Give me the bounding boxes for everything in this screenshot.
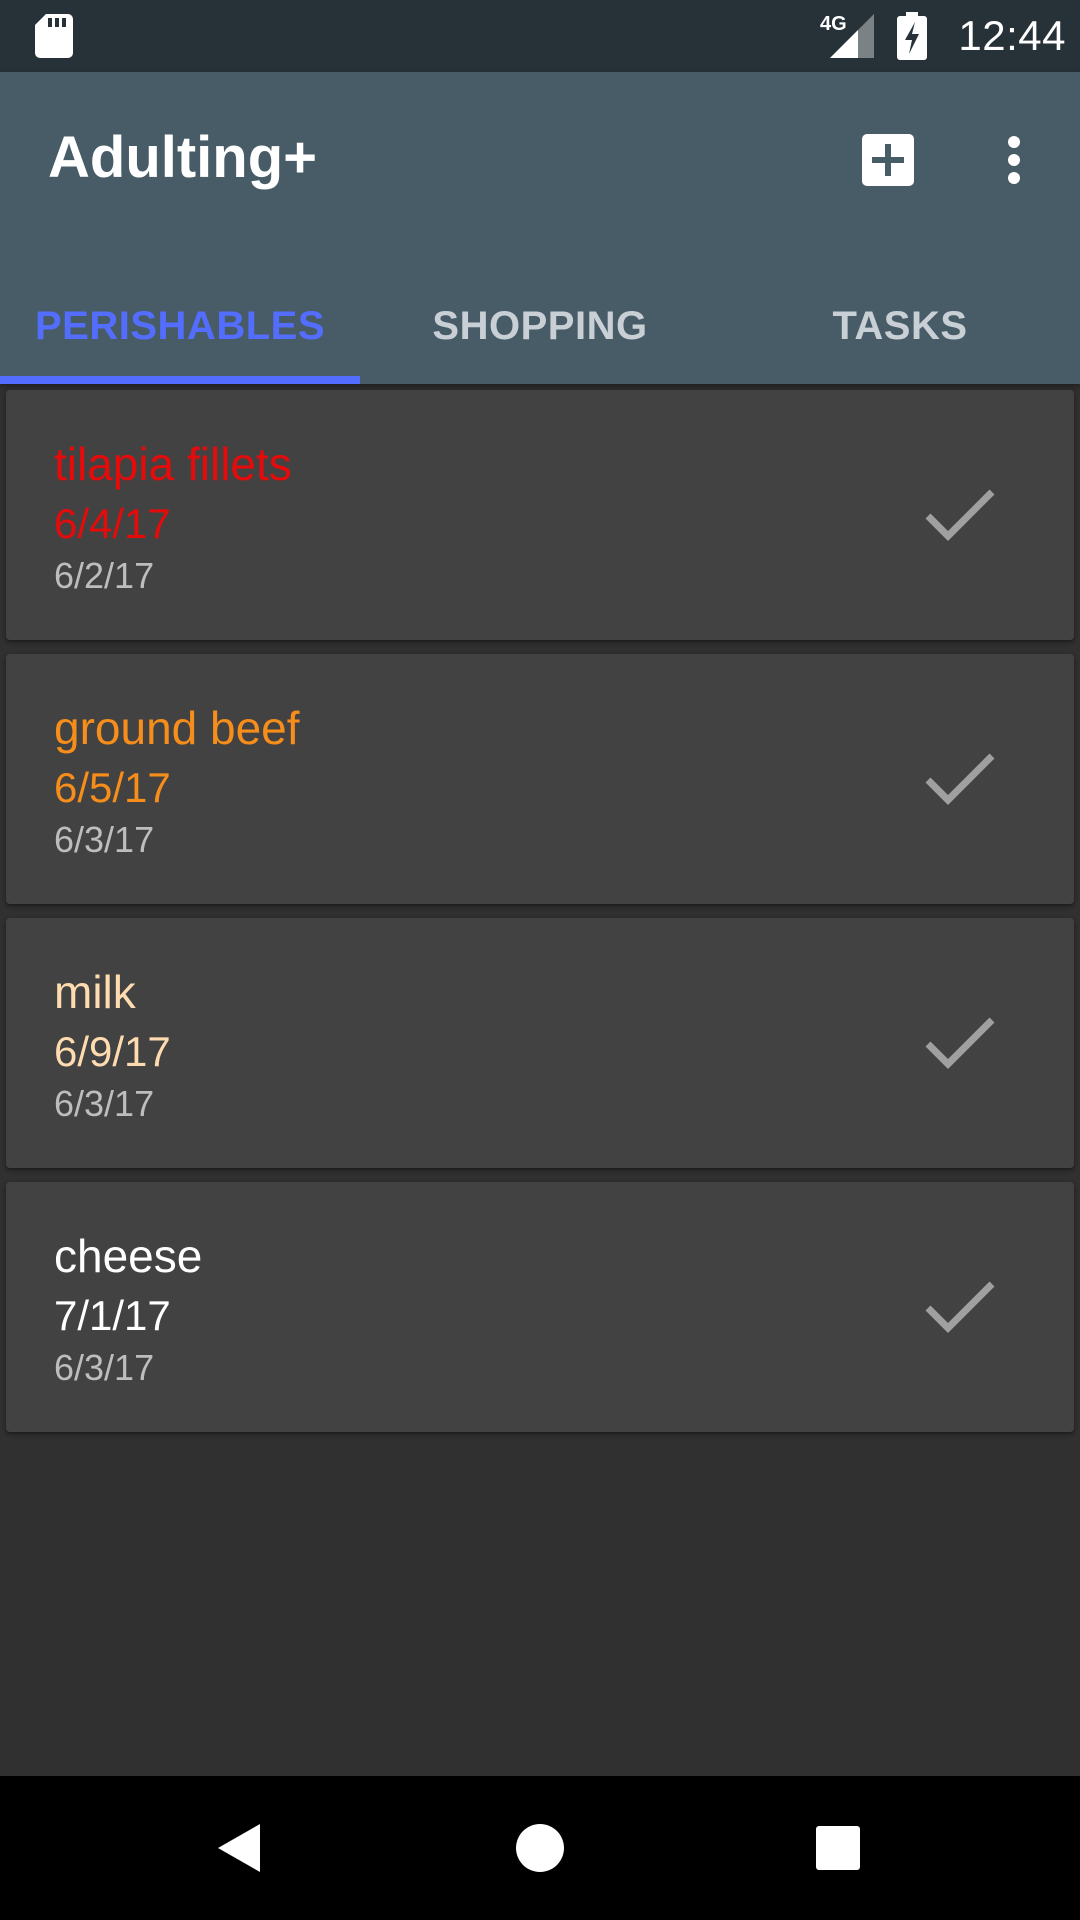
network-type-label: 4G xyxy=(820,13,847,35)
item-name: cheese xyxy=(54,1230,203,1282)
cellular-signal-icon: 4G xyxy=(820,13,874,58)
tab-shopping[interactable]: SHOPPING xyxy=(360,268,720,380)
status-clock: 12:44 xyxy=(958,12,1066,59)
check-icon[interactable] xyxy=(924,1278,996,1334)
list-item[interactable]: cheese 7/1/17 6/3/17 xyxy=(6,1182,1074,1432)
list-item[interactable]: milk 6/9/17 6/3/17 xyxy=(6,918,1074,1168)
check-icon[interactable] xyxy=(924,1014,996,1070)
item-expiry-date: 6/9/17 xyxy=(54,1028,171,1075)
item-added-date: 6/3/17 xyxy=(54,1083,155,1124)
app-bar: Adulting+ PERISHABLES SHOPPING TASKS xyxy=(0,72,1080,384)
app-title: Adulting+ xyxy=(48,125,318,190)
status-bar: 4G 12:44 xyxy=(0,0,1080,72)
add-button[interactable] xyxy=(852,124,924,196)
item-expiry-date: 7/1/17 xyxy=(54,1292,171,1339)
item-added-date: 6/3/17 xyxy=(54,1347,155,1388)
item-expiry-date: 6/4/17 xyxy=(54,500,171,547)
battery-charging-icon xyxy=(897,12,927,60)
more-vert-icon xyxy=(1008,136,1020,184)
list-item[interactable]: tilapia fillets 6/4/17 6/2/17 xyxy=(6,390,1074,640)
item-name: milk xyxy=(54,966,136,1018)
active-tab-indicator xyxy=(0,376,360,384)
item-expiry-date: 6/5/17 xyxy=(54,764,171,811)
item-added-date: 6/3/17 xyxy=(54,819,155,860)
item-name: tilapia fillets xyxy=(54,438,292,490)
add-box-icon xyxy=(862,134,914,186)
list-item[interactable]: ground beef 6/5/17 6/3/17 xyxy=(6,654,1074,904)
back-icon[interactable] xyxy=(212,1820,268,1876)
tab-bar: PERISHABLES SHOPPING TASKS xyxy=(0,268,1080,384)
tab-perishables[interactable]: PERISHABLES xyxy=(0,268,360,380)
home-icon[interactable] xyxy=(512,1820,568,1876)
tab-tasks[interactable]: TASKS xyxy=(720,268,1080,380)
more-options-button[interactable] xyxy=(990,124,1038,196)
item-added-date: 6/2/17 xyxy=(54,555,155,596)
screen: 4G 12:44 Adulting+ PERISHABLES SHOPPING … xyxy=(0,0,1080,1920)
item-name: ground beef xyxy=(54,702,300,754)
sd-card-icon xyxy=(35,14,73,58)
check-icon[interactable] xyxy=(924,750,996,806)
system-navigation-bar xyxy=(0,1776,1080,1920)
recents-icon[interactable] xyxy=(814,1824,862,1872)
check-icon[interactable] xyxy=(924,486,996,542)
